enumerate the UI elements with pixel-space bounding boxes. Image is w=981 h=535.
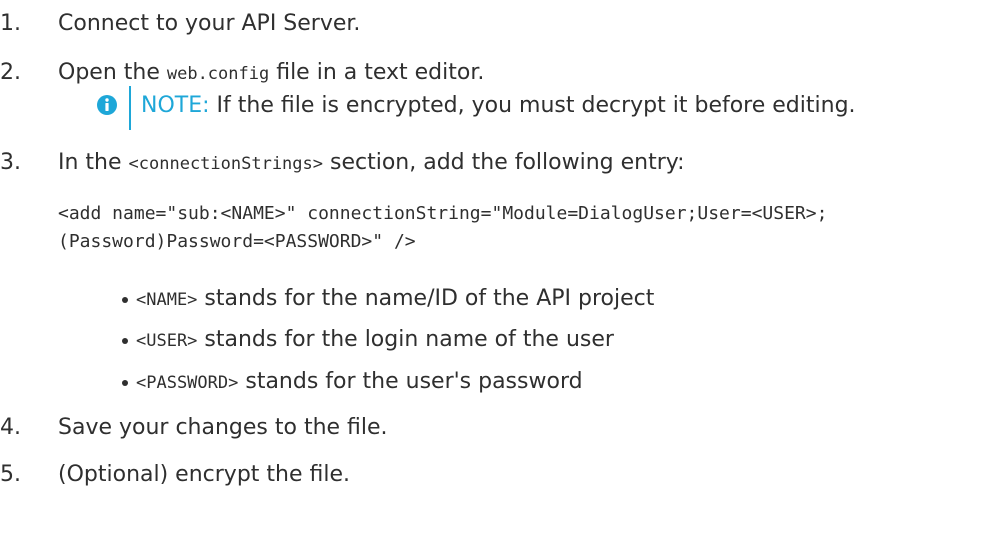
step-number: 3. (0, 150, 21, 175)
step-number: 5. (0, 462, 21, 487)
step-text-before: Open the (58, 60, 167, 85)
note-divider (129, 86, 131, 130)
bullet-item-password: <PASSWORD> stands for the user's passwor… (136, 368, 583, 397)
step-text: Save your changes to the file. (58, 415, 388, 440)
inline-code: <PASSWORD> (136, 373, 239, 393)
step-text: Connect to your API Server. (58, 11, 361, 36)
bullet-item-user: <USER> stands for the login name of the … (136, 326, 614, 355)
note-text: NOTE: If the file is encrypted, you must… (141, 92, 856, 120)
step-text: (Optional) encrypt the file. (58, 462, 350, 487)
document-page: 1. Connect to your API Server. 2. Open t… (0, 0, 981, 535)
step-text-before: In the (58, 150, 129, 175)
step-text-after: section, add the following entry: (323, 150, 685, 175)
bullet-dot (122, 380, 128, 386)
bullet-item-name: <NAME> stands for the name/ID of the API… (136, 285, 654, 314)
step-number: 2. (0, 60, 21, 85)
note-label: NOTE: (141, 93, 210, 118)
bullet-text: stands for the name/ID of the API projec… (197, 286, 655, 311)
bullet-text: stands for the user's password (238, 369, 583, 394)
inline-code: <connectionStrings> (128, 154, 323, 174)
note-body: If the file is encrypted, you must decry… (209, 93, 856, 118)
step-number: 1. (0, 11, 21, 36)
inline-code: <USER> (136, 331, 198, 351)
step-number: 4. (0, 415, 21, 440)
code-line-1: <add name="sub:<NAME>" connectionString=… (58, 203, 828, 224)
bullet-dot (122, 297, 128, 303)
info-icon (97, 95, 117, 115)
step-text: In the <connectionStrings> section, add … (58, 149, 685, 178)
step-text-after: file in a text editor. (269, 60, 485, 85)
step-text: Open the web.config file in a text edito… (58, 59, 484, 88)
inline-code: web.config (166, 64, 270, 84)
bullet-text: stands for the login name of the user (197, 327, 614, 352)
code-line-2: (Password)Password=<PASSWORD>" /> (58, 231, 416, 252)
inline-code: <NAME> (136, 290, 198, 310)
bullet-dot (122, 338, 128, 344)
